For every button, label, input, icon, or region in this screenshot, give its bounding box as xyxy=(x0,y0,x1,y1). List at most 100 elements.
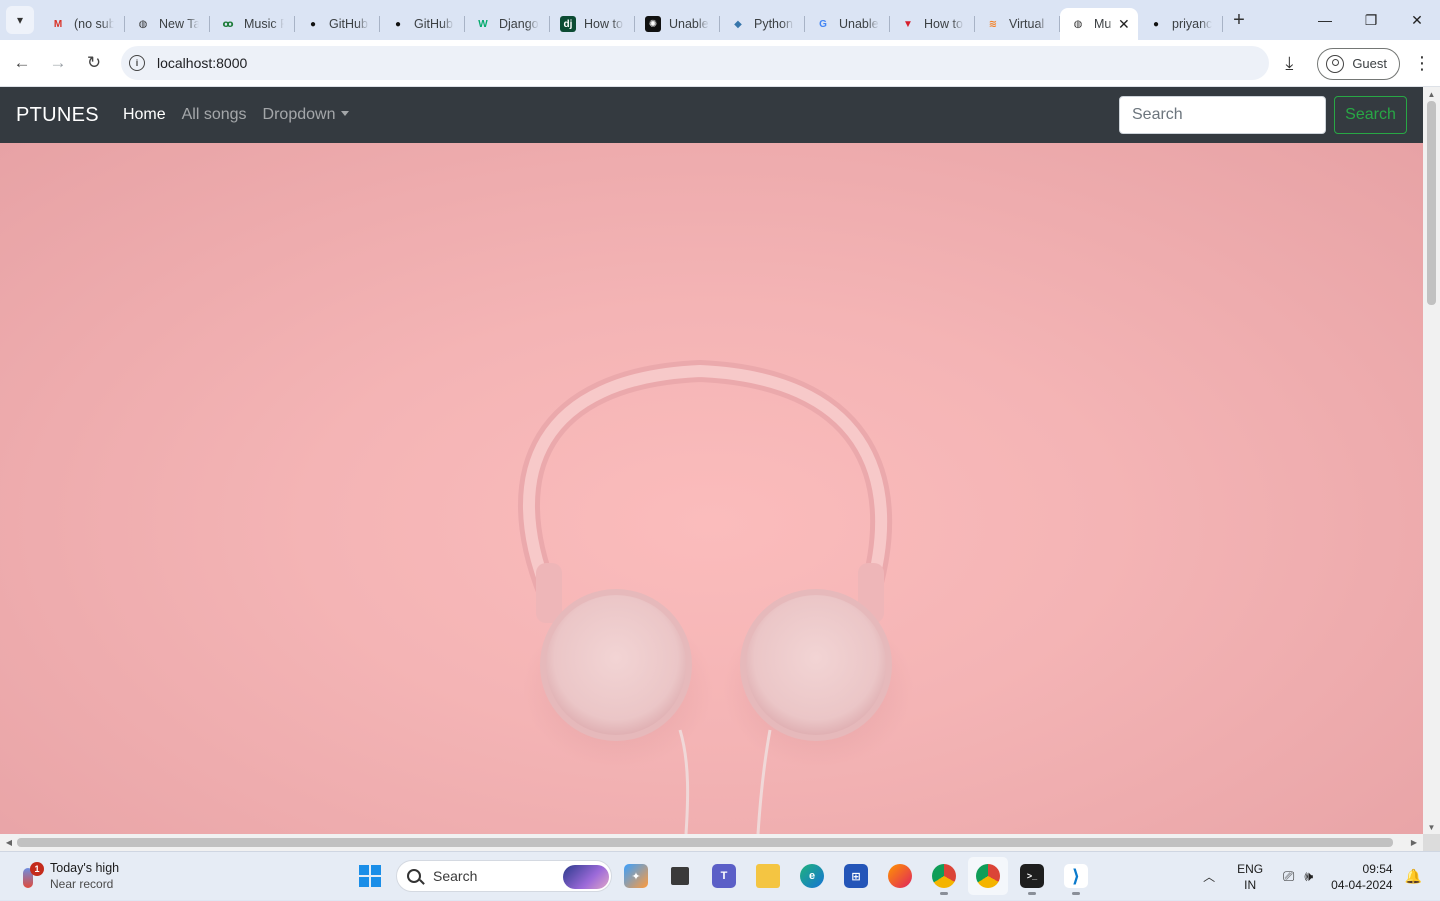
browser-tab[interactable]: ◆ Python xyxy=(720,8,805,40)
tab-title: (no subject) xyxy=(74,17,114,31)
back-arrow-icon[interactable]: ← xyxy=(4,45,40,81)
tab-title: New Tab xyxy=(159,17,199,31)
browser-tab[interactable]: ✺ Unable xyxy=(635,8,720,40)
browser-tab[interactable]: G Unable xyxy=(805,8,890,40)
teams-icon[interactable]: T xyxy=(704,857,744,895)
google-icon: G xyxy=(819,18,827,30)
site-search-input[interactable] xyxy=(1119,96,1326,134)
volume-icon[interactable]: 🕪 xyxy=(1304,868,1313,885)
tab-title: Python xyxy=(754,17,793,31)
gmail-icon: M xyxy=(53,18,63,30)
vscode-icon[interactable]: ⟩ xyxy=(1056,857,1096,895)
browser-menu-kebab-icon[interactable]: ⋮ xyxy=(1404,46,1440,82)
nav-all-songs-link[interactable]: All songs xyxy=(182,106,247,124)
tab-title: Virtual xyxy=(1009,17,1045,31)
python-icon: ◆ xyxy=(734,18,742,30)
nav-dropdown-toggle[interactable]: Dropdown xyxy=(263,106,350,124)
vercel-icon: ▼ xyxy=(903,18,913,30)
microsoft-store-icon[interactable]: ⊞ xyxy=(836,857,876,895)
search-icon xyxy=(407,869,421,883)
scrollbar-corner xyxy=(1423,834,1440,851)
chrome-active-icon[interactable] xyxy=(968,857,1008,895)
github-icon: ● xyxy=(309,18,317,30)
browser-tab[interactable]: ● priyanc xyxy=(1138,8,1223,40)
firefox-icon[interactable] xyxy=(880,857,920,895)
browser-tab[interactable]: ꝏ Music Player xyxy=(210,8,295,40)
browser-tab[interactable]: ▼ How to xyxy=(890,8,975,40)
caret-down-icon xyxy=(341,111,350,116)
site-search-button[interactable]: Search xyxy=(1334,96,1407,134)
address-bar[interactable]: i localhost:8000 xyxy=(121,46,1269,80)
scroll-right-arrow-icon[interactable]: ▶ xyxy=(1407,834,1421,851)
reload-icon[interactable]: ↻ xyxy=(76,45,112,81)
openai-icon: ✺ xyxy=(645,16,661,32)
tab-title: Django xyxy=(499,17,539,31)
browser-tab[interactable]: ● GitHub xyxy=(295,8,380,40)
close-tab-icon[interactable]: ✕ xyxy=(1118,16,1130,33)
weather-title: Today's high xyxy=(50,861,120,875)
language-code: ENG xyxy=(1237,861,1264,876)
taskbar-search-placeholder: Search xyxy=(433,868,478,884)
browser-tab[interactable]: dj How to xyxy=(550,8,635,40)
forward-arrow-icon[interactable]: → xyxy=(40,45,76,81)
tab-title: priyanc xyxy=(1172,17,1212,31)
browser-tab[interactable]: ◍ New Tab xyxy=(125,8,210,40)
weather-widget[interactable]: 1 Today's high Near record xyxy=(20,860,119,892)
terminal-icon[interactable]: >_ xyxy=(1012,857,1052,895)
w3schools-icon: W xyxy=(478,18,488,30)
horizontal-scrollbar[interactable]: ◀ ▶ xyxy=(0,834,1423,851)
address-url[interactable]: localhost:8000 xyxy=(157,55,247,71)
minimize-icon[interactable]: — xyxy=(1302,0,1348,40)
nav-home-link[interactable]: Home xyxy=(123,106,166,124)
scroll-left-arrow-icon[interactable]: ◀ xyxy=(2,834,16,851)
region-code: IN xyxy=(1244,877,1257,892)
vertical-scroll-thumb[interactable] xyxy=(1427,101,1436,305)
copilot-preview-icon[interactable]: ✦ xyxy=(616,857,656,895)
scroll-down-arrow-icon[interactable]: ▼ xyxy=(1423,820,1440,834)
globe-icon: ◍ xyxy=(1073,18,1083,30)
tab-title: GitHub xyxy=(414,17,453,31)
site-info-icon[interactable]: i xyxy=(129,55,145,71)
restore-icon[interactable]: ❐ xyxy=(1348,0,1394,40)
browser-tab[interactable]: M (no subject) xyxy=(40,8,125,40)
edge-icon[interactable]: e xyxy=(792,857,832,895)
site-brand[interactable]: PTUNES xyxy=(16,104,99,127)
tab-title: Unable xyxy=(669,17,709,31)
show-hidden-icons-chevron-icon[interactable]: ︿ xyxy=(1203,868,1215,885)
browser-tab[interactable]: ≋ Virtual xyxy=(975,8,1060,40)
github-icon: ● xyxy=(1152,18,1160,30)
notification-bell-icon[interactable]: 🔔 xyxy=(1405,868,1422,885)
language-indicator[interactable]: ENG IN xyxy=(1237,861,1263,893)
taskbar-search-box[interactable]: Search xyxy=(396,860,612,892)
browser-tab[interactable]: ● GitHub xyxy=(380,8,465,40)
clock-time: 09:54 xyxy=(1362,861,1393,876)
new-tab-plus-icon[interactable]: + xyxy=(1225,6,1253,34)
file-explorer-icon[interactable] xyxy=(748,857,788,895)
download-icon[interactable]: ⤓ xyxy=(1271,46,1307,82)
hero-headphones-image xyxy=(0,143,1423,834)
network-icon[interactable]: ⎚ xyxy=(1283,868,1294,885)
clock[interactable]: 09:54 04-04-2024 xyxy=(1331,861,1392,893)
chrome-icon[interactable] xyxy=(924,857,964,895)
django-icon: dj xyxy=(560,16,576,32)
horizontal-scroll-thumb[interactable] xyxy=(17,838,1393,847)
tab-title: Mu xyxy=(1094,17,1112,31)
browser-tab[interactable]: ◍ Mu ✕ xyxy=(1060,8,1138,40)
clock-date: 04-04-2024 xyxy=(1331,877,1393,892)
github-icon: ● xyxy=(394,18,402,30)
browser-tab[interactable]: W Django xyxy=(465,8,550,40)
task-view-icon[interactable] xyxy=(660,857,700,895)
weather-alert-badge: 1 xyxy=(30,862,44,876)
thermometer-icon: 1 xyxy=(20,862,44,890)
scroll-up-arrow-icon[interactable]: ▲ xyxy=(1423,87,1440,101)
browser-toolbar: ← → ↻ i localhost:8000 ⤓ Guest ⋮ xyxy=(0,40,1440,87)
close-window-icon[interactable]: ✕ xyxy=(1394,0,1440,40)
windows-start-icon[interactable] xyxy=(350,857,390,895)
tab-title: Unable xyxy=(839,17,879,31)
windows-taskbar: 1 Today's high Near record Search ✦ T e … xyxy=(0,851,1440,900)
profile-button[interactable]: Guest xyxy=(1317,47,1400,80)
vertical-scrollbar[interactable]: ▲ ▼ xyxy=(1423,87,1440,834)
tab-search-chevron-icon[interactable]: ▾ xyxy=(6,6,34,34)
tab-list: M (no subject) ◍ New Tab ꝏ Music Player ● GitHu… xyxy=(40,0,1223,40)
window-controls: — ❐ ✕ xyxy=(1302,0,1440,40)
